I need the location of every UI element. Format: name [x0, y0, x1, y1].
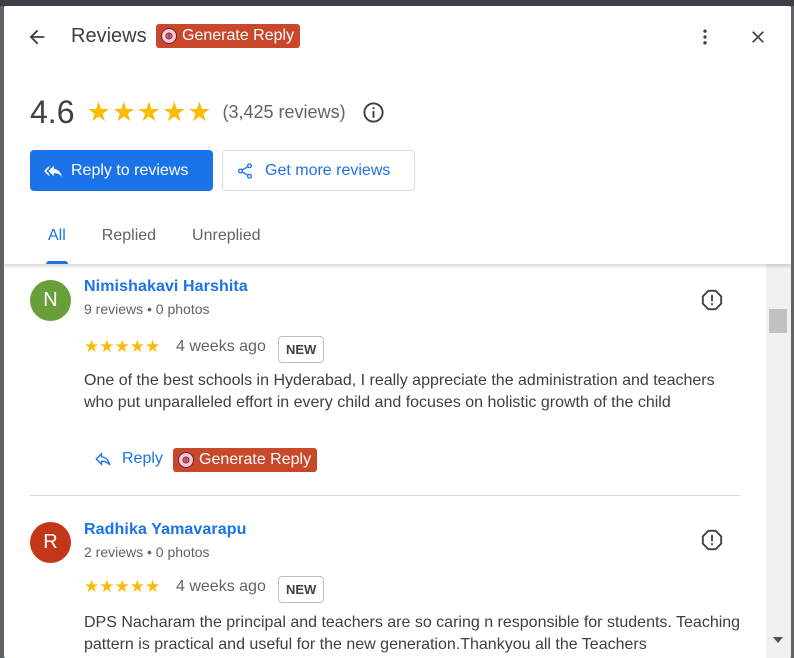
tab-unreplied[interactable]: Unreplied: [174, 218, 278, 264]
reply-button[interactable]: Reply: [94, 450, 163, 468]
generate-reply-label: Generate Reply: [199, 450, 312, 468]
star-icon: ★★★★★: [84, 337, 161, 356]
star-icon: ★★★★★: [86, 97, 213, 127]
review-time: 4 weeks ago: [176, 578, 266, 595]
reply-icon: [95, 452, 111, 466]
review-text: DPS Nacharam the principal and teachers …: [84, 614, 741, 653]
back-arrow-icon[interactable]: [22, 22, 52, 52]
reply-all-icon: [44, 162, 62, 180]
flag-icon[interactable]: [698, 526, 726, 554]
generate-reply-badge[interactable]: Generate Reply: [156, 24, 301, 48]
share-icon: [236, 162, 254, 180]
list-item: N Nimishakavi Harshita 9 reviews • 0 pho…: [4, 264, 764, 496]
close-icon[interactable]: [745, 24, 771, 50]
generate-reply-badge[interactable]: Generate Reply: [173, 448, 318, 472]
info-icon[interactable]: [362, 101, 386, 125]
get-more-reviews-label: Get more reviews: [265, 161, 391, 179]
get-more-reviews-button[interactable]: Get more reviews: [222, 150, 415, 191]
rating-summary: 4.6 ★★★★★ (3,425 reviews): [30, 94, 386, 131]
brain-icon: [161, 27, 177, 44]
reviewer-name[interactable]: Radhika Yamavarapu: [84, 521, 246, 539]
review-tabs: All Replied Unreplied: [30, 218, 279, 264]
new-badge: NEW: [278, 336, 325, 363]
more-vert-icon[interactable]: [692, 24, 718, 50]
flag-icon[interactable]: [698, 286, 726, 314]
reply-to-reviews-button[interactable]: Reply to reviews: [30, 150, 213, 191]
reviews-list[interactable]: N Nimishakavi Harshita 9 reviews • 0 pho…: [4, 264, 791, 658]
scrollbar[interactable]: [766, 264, 791, 658]
avatar[interactable]: N: [30, 280, 71, 321]
scrollbar-thumb[interactable]: [769, 309, 787, 333]
tab-all[interactable]: All: [30, 218, 84, 264]
avatar[interactable]: R: [30, 522, 71, 563]
reviews-dialog: Reviews Generate Reply 4.6 ★★★★★ (3,425 …: [4, 6, 791, 658]
brain-icon: [178, 451, 194, 468]
tab-replied[interactable]: Replied: [84, 218, 174, 264]
scroll-down-arrow-icon[interactable]: [773, 637, 783, 643]
reviewer-meta: 9 reviews • 0 photos: [84, 301, 210, 317]
page-title: Reviews: [71, 25, 147, 47]
review-time: 4 weeks ago: [176, 338, 266, 355]
reviewer-name[interactable]: Nimishakavi Harshita: [84, 278, 248, 296]
generate-reply-label: Generate Reply: [182, 26, 295, 44]
rating-value: 4.6: [30, 94, 75, 130]
review-text: One of the best schools in Hyderabad, I …: [84, 372, 715, 411]
list-item: R Radhika Yamavarapu 2 reviews • 0 photo…: [4, 496, 764, 658]
reply-label: Reply: [122, 450, 163, 467]
reply-to-reviews-label: Reply to reviews: [71, 161, 189, 179]
new-badge: NEW: [278, 576, 325, 603]
reviewer-meta: 2 reviews • 0 photos: [84, 544, 210, 560]
dialog-header: Reviews Generate Reply 4.6 ★★★★★ (3,425 …: [4, 6, 791, 264]
review-count: (3,425 reviews): [222, 102, 346, 122]
star-icon: ★★★★★: [84, 577, 161, 596]
